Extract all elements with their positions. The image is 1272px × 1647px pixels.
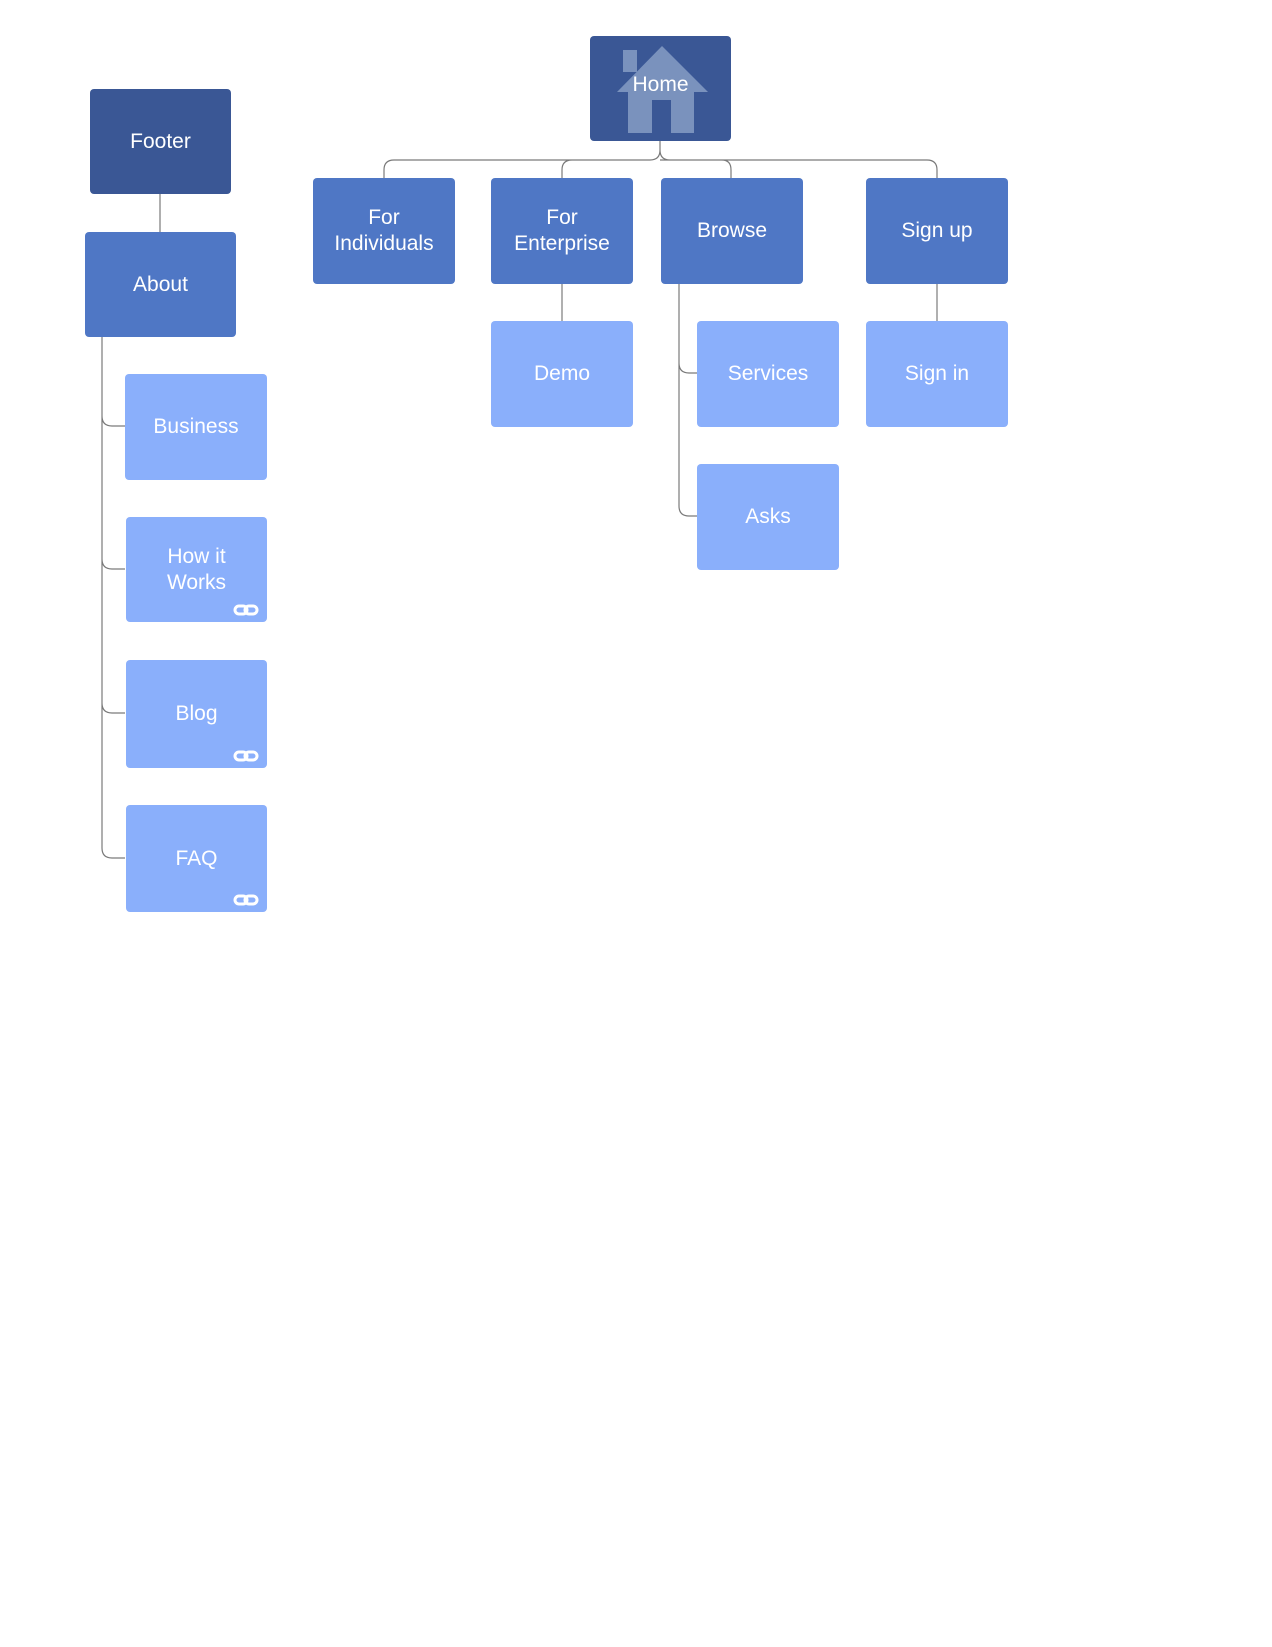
node-demo[interactable]: Demo (491, 321, 633, 427)
node-home[interactable]: Home (590, 36, 731, 141)
connector-about (101, 337, 125, 859)
node-label: For Enterprise (514, 206, 610, 255)
node-label: For Individuals (334, 206, 434, 255)
node-how-it-works[interactable]: How it Works (126, 517, 267, 622)
node-footer[interactable]: Footer (90, 89, 231, 194)
node-label: Services (727, 362, 809, 385)
node-blog[interactable]: Blog (126, 660, 267, 768)
node-sign-up[interactable]: Sign up (866, 178, 1008, 284)
node-label: Business (153, 415, 239, 438)
node-services[interactable]: Services (697, 321, 839, 427)
node-label: How it Works (166, 544, 227, 594)
node-label: Asks (745, 505, 791, 528)
node-label: Demo (533, 362, 591, 385)
node-label: Home (632, 72, 689, 96)
node-label: About (133, 272, 188, 296)
connector-browse (678, 284, 697, 517)
node-label: Sign in (904, 362, 970, 385)
node-asks[interactable]: Asks (697, 464, 839, 570)
node-label: Footer (130, 129, 191, 153)
node-faq[interactable]: FAQ (126, 805, 267, 912)
node-for-individuals[interactable]: For Individuals (313, 178, 455, 284)
node-for-enterprise[interactable]: For Enterprise (491, 178, 633, 284)
node-about[interactable]: About (85, 232, 236, 337)
link-icon[interactable] (233, 603, 259, 617)
node-browse[interactable]: Browse (661, 178, 803, 284)
link-icon[interactable] (233, 749, 259, 763)
node-sign-in[interactable]: Sign in (866, 321, 1008, 427)
link-icon[interactable] (233, 893, 259, 907)
node-label: Blog (175, 702, 218, 725)
node-label: FAQ (175, 846, 218, 870)
node-label: Sign up (901, 219, 973, 242)
node-label: Browse (696, 219, 768, 242)
connector-home (383, 141, 938, 178)
node-business[interactable]: Business (125, 374, 267, 480)
